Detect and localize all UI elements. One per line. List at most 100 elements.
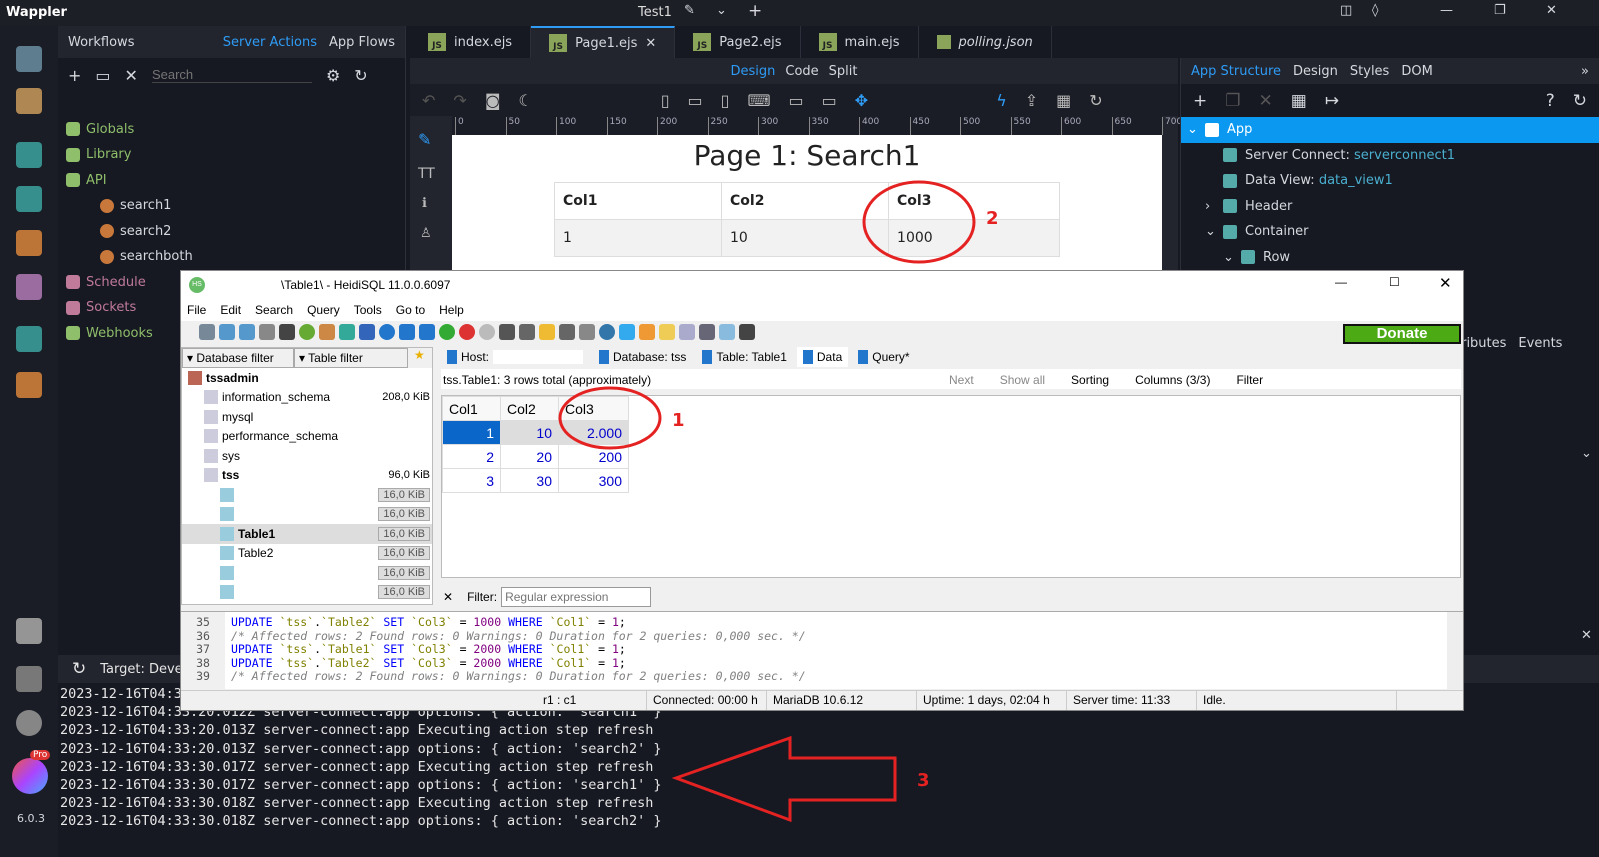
- db-tree-item[interactable]: 16,0 KiB: [182, 583, 432, 603]
- undo-icon[interactable]: ↶: [422, 91, 435, 110]
- heidi-tab[interactable]: Query*: [852, 347, 915, 367]
- db-tree-item[interactable]: mysql: [182, 407, 432, 427]
- info-icon[interactable]: ℹ: [422, 196, 427, 211]
- db-tree-item[interactable]: information_schema 208,0 KiB: [182, 388, 432, 408]
- tab-dom[interactable]: DOM: [1401, 64, 1432, 79]
- close-button[interactable]: ✕: [1439, 274, 1452, 292]
- grid-nav-button[interactable]: Columns (3/3): [1135, 373, 1210, 387]
- menu-item[interactable]: Tools: [354, 303, 382, 317]
- layers-icon[interactable]: [16, 326, 42, 352]
- chevron-icon[interactable]: ⌄: [1223, 250, 1234, 265]
- editor-tab[interactable]: JS Page1.ejs ✕: [531, 26, 676, 58]
- tasks-icon[interactable]: [16, 372, 42, 398]
- post-icon[interactable]: [479, 324, 495, 340]
- grid-cell[interactable]: 2.000: [558, 420, 629, 445]
- grid-cell[interactable]: 1: [442, 420, 501, 445]
- extensions-icon[interactable]: [16, 618, 42, 644]
- export-icon[interactable]: [339, 324, 355, 340]
- structure-item[interactable]: ⌄ App: [1181, 117, 1599, 143]
- tablet-portrait-icon[interactable]: ▯: [721, 91, 730, 110]
- workflows-icon[interactable]: [16, 142, 42, 168]
- menu-item[interactable]: Query: [307, 303, 340, 317]
- chevron-down-icon[interactable]: ⌄: [1581, 446, 1592, 461]
- refresh-icon[interactable]: ↻: [72, 659, 86, 679]
- mode-split[interactable]: Split: [829, 64, 858, 79]
- layout-icon[interactable]: ◫: [1340, 3, 1352, 18]
- save-as-icon[interactable]: [579, 324, 595, 340]
- table-filter-input[interactable]: ▾ Table filter: [294, 348, 408, 368]
- db-tree-item[interactable]: Table2 16,0 KiB: [182, 544, 432, 564]
- folder-icon[interactable]: ▭: [95, 66, 110, 85]
- chevron-icon[interactable]: ›: [1205, 199, 1215, 214]
- grid-nav-button[interactable]: Show all: [1000, 373, 1045, 387]
- search-input[interactable]: [151, 67, 312, 83]
- minimize-button[interactable]: —: [1335, 275, 1347, 289]
- project-name[interactable]: Test1: [638, 5, 672, 20]
- laptop-icon[interactable]: ⌨: [747, 91, 770, 110]
- redo-icon[interactable]: ↷: [453, 91, 466, 110]
- editor-tab[interactable]: JS Page2.ejs: [675, 26, 801, 58]
- grid-cell[interactable]: 300: [558, 468, 629, 493]
- menu-item[interactable]: Help: [439, 303, 464, 317]
- refresh-icon[interactable]: ↻: [1573, 91, 1587, 111]
- menu-item[interactable]: File: [187, 303, 206, 317]
- routes-icon[interactable]: [16, 230, 42, 256]
- tab-app-structure[interactable]: App Structure: [1191, 64, 1281, 79]
- editor-tab[interactable]: JS main.ejs: [801, 26, 919, 58]
- phone-icon[interactable]: ▯: [661, 91, 670, 110]
- text-icon[interactable]: TT: [418, 166, 435, 182]
- tree-item[interactable]: Library: [66, 144, 131, 166]
- wrap-icon[interactable]: [699, 324, 715, 340]
- database-icon[interactable]: [16, 186, 42, 212]
- database-filter-input[interactable]: ▾ Database filter: [182, 348, 294, 368]
- tree-item[interactable]: Sockets: [66, 297, 136, 319]
- structure-item[interactable]: ⌄ Container: [1181, 219, 1599, 245]
- menu-item[interactable]: Edit: [220, 303, 241, 317]
- close-filter-icon[interactable]: ✕: [443, 590, 453, 604]
- grid-header[interactable]: Col1: [442, 396, 501, 421]
- structure-item[interactable]: Data View: data_view1: [1181, 168, 1599, 194]
- mode-code[interactable]: Code: [785, 64, 818, 79]
- sql-log-text[interactable]: UPDATE `tss`.`Table2` SET `Col3` = 1000 …: [225, 612, 1447, 689]
- tab-server-actions[interactable]: Server Actions: [223, 35, 317, 50]
- account-avatar[interactable]: [12, 758, 48, 794]
- heidi-tab[interactable]: Table: Table1: [696, 347, 793, 367]
- db-tree-item[interactable]: 16,0 KiB: [182, 505, 432, 525]
- camera-icon[interactable]: ◙: [485, 91, 501, 110]
- moon-icon[interactable]: ☾: [518, 91, 532, 110]
- lightning-icon[interactable]: ϟ: [996, 91, 1007, 110]
- tablet-icon[interactable]: ▭: [688, 91, 703, 110]
- chevron-down-icon[interactable]: ⌄: [716, 3, 727, 18]
- copy-icon[interactable]: [219, 324, 235, 340]
- pencil-icon[interactable]: ✎: [684, 3, 695, 18]
- db-tree-item[interactable]: Table1 16,0 KiB: [182, 524, 432, 544]
- grid-cell[interactable]: 20: [500, 444, 559, 469]
- binary-icon[interactable]: [679, 324, 695, 340]
- editor-tab[interactable]: polling.json: [919, 26, 1052, 58]
- refresh-icon[interactable]: [299, 324, 315, 340]
- menu-item[interactable]: Go to: [396, 303, 425, 317]
- last-icon[interactable]: [419, 324, 435, 340]
- target-selector[interactable]: Target: Deve: [100, 662, 182, 677]
- delete-icon[interactable]: ✕: [125, 66, 138, 85]
- plugins-icon[interactable]: [16, 666, 42, 692]
- structure-item[interactable]: ⌄ Row: [1181, 245, 1599, 271]
- add-icon[interactable]: +: [68, 66, 81, 85]
- tree-item[interactable]: searchboth: [100, 246, 193, 268]
- grid-cell[interactable]: 2: [442, 444, 501, 469]
- search-icon[interactable]: [599, 324, 615, 340]
- sync-icon[interactable]: [719, 324, 735, 340]
- move-to-icon[interactable]: ↦: [1325, 91, 1339, 111]
- undo-icon[interactable]: [259, 324, 275, 340]
- close-icon[interactable]: ✕: [1581, 628, 1592, 643]
- grid-cell[interactable]: 3: [442, 468, 501, 493]
- refresh-icon[interactable]: ↻: [354, 66, 367, 85]
- settings-icon[interactable]: [16, 710, 42, 736]
- transfer-icon[interactable]: [359, 324, 375, 340]
- grid-nav-button[interactable]: Sorting: [1071, 373, 1109, 387]
- db-tree-item[interactable]: sys: [182, 446, 432, 466]
- menu-item[interactable]: Search: [255, 303, 293, 317]
- insert-icon[interactable]: [439, 324, 455, 340]
- git-icon[interactable]: [16, 88, 42, 114]
- heidi-tab[interactable]: Database: tss: [593, 347, 692, 367]
